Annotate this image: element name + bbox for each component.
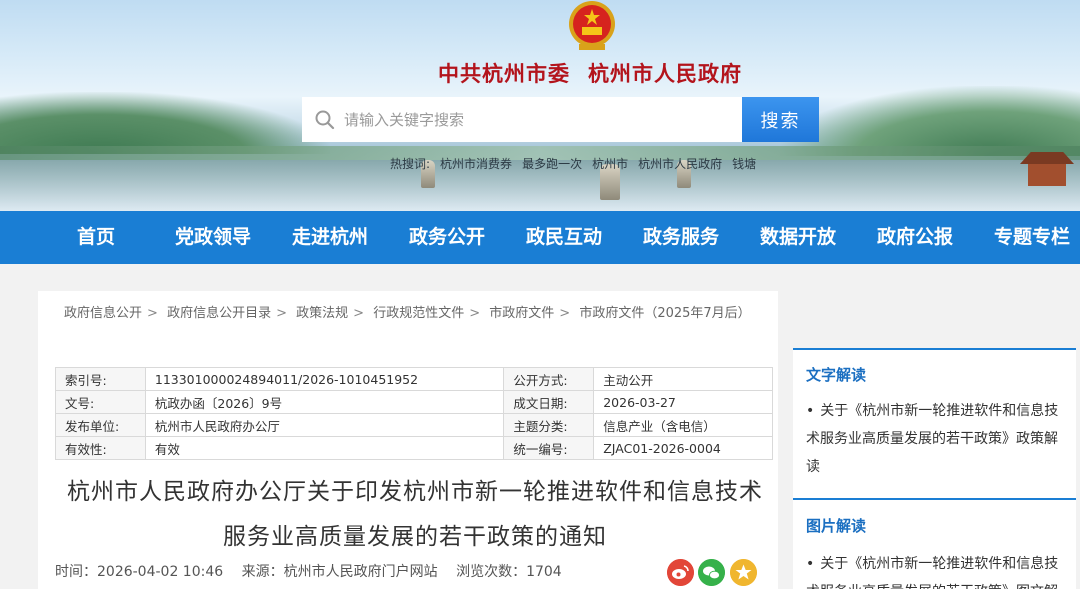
hot-search-link[interactable]: 杭州市人民政府 — [638, 155, 722, 172]
hot-search-link[interactable]: 杭州市 — [592, 155, 628, 172]
breadcrumb-link[interactable]: 市政府文件（2025年7月后） — [579, 306, 750, 321]
document-title-line: 杭州市人民政府办公厅关于印发杭州市新一轮推进软件和信息技术 — [67, 479, 763, 505]
breadcrumb-link[interactable]: 行政规范性文件 — [373, 306, 464, 321]
document-title-line: 服务业高质量发展的若干政策的通知 — [223, 524, 607, 550]
table-value: ZJAC01-2026-0004 — [593, 436, 773, 460]
search-box — [302, 97, 742, 142]
hot-search-link[interactable]: 最多跑一次 — [522, 155, 582, 172]
side-link-image-interpretation[interactable]: •关于《杭州市新一轮推进软件和信息技术服务业高质量发展的若干政策》图文解 — [806, 550, 1068, 589]
table-label: 公开方式: — [503, 367, 595, 391]
table-label: 有效性: — [55, 436, 146, 460]
nav-item-gazette[interactable]: 政府公报 — [865, 211, 965, 264]
table-label: 文号: — [55, 390, 146, 414]
favorite-star-icon[interactable] — [730, 559, 757, 586]
table-label: 发布单位: — [55, 413, 146, 437]
boat-pavilion — [1020, 152, 1074, 190]
hot-search-links: 热搜词: 杭州市消费券 最多跑一次 杭州市 杭州市人民政府 钱塘 — [390, 155, 756, 172]
side-link-label: 关于《杭州市新一轮推进软件和信息技术服务业高质量发展的若干政策》图文解 — [806, 556, 1059, 589]
table-row: 发布单位: 杭州市人民政府办公厅 主题分类: 信息产业（含电信） — [55, 413, 773, 437]
weibo-share-icon[interactable] — [667, 559, 694, 586]
table-row: 文号: 杭政办函〔2026〕9号 成文日期: 2026-03-27 — [55, 390, 773, 414]
table-value: 主动公开 — [593, 367, 773, 391]
view-count: 浏览次数：1704 — [456, 564, 562, 580]
side-link-text-interpretation[interactable]: • 关于《杭州市新一轮推进软件和信息技术服务业高质量发展的若干政策》政策解读 — [806, 397, 1068, 481]
site-title-government: 杭州市人民政府 — [588, 61, 742, 86]
publish-time: 时间：2026-04-02 10:46 — [55, 564, 224, 580]
side-divider — [793, 498, 1076, 500]
nav-item-about[interactable]: 走进杭州 — [280, 211, 380, 264]
hot-search-link[interactable]: 钱塘 — [732, 155, 756, 172]
table-row: 索引号: 113301000024894011/2026-1010451952 … — [55, 367, 773, 391]
side-heading-text-interpretation: 文字解读 — [806, 366, 867, 384]
table-label: 统一编号: — [503, 436, 595, 460]
table-value: 113301000024894011/2026-1010451952 — [144, 367, 505, 391]
side-link-label: 关于《杭州市新一轮推进软件和信息技术服务业高质量发展的若干政策》政策解读 — [806, 403, 1059, 475]
breadcrumb-separator-icon: > — [469, 306, 481, 321]
nav-item-services[interactable]: 政务服务 — [631, 211, 731, 264]
document-source: 来源：杭州市人民政府门户网站 — [241, 564, 438, 580]
table-value: 杭州市人民政府办公厅 — [144, 413, 505, 437]
table-row: 有效性: 有效 统一编号: ZJAC01-2026-0004 — [55, 436, 773, 460]
main-nav: 首页 党政领导 走进杭州 政务公开 政民互动 政务服务 数据开放 政府公报 专题… — [0, 211, 1080, 264]
document-title: 杭州市人民政府办公厅关于印发杭州市新一轮推进软件和信息技术 服务业高质量发展的若… — [60, 470, 770, 560]
table-value: 2026-03-27 — [593, 390, 773, 414]
header-banner: 中共杭州市委杭州市人民政府 搜索 热搜词: 杭州市消费券 最多跑一次 杭州市 杭… — [0, 0, 1080, 211]
bullet-icon: • — [806, 556, 815, 572]
nav-item-interaction[interactable]: 政民互动 — [514, 211, 614, 264]
search-icon — [315, 110, 335, 129]
bullet-icon: • — [806, 403, 815, 419]
nav-item-topics[interactable]: 专题专栏 — [982, 211, 1080, 264]
site-title: 中共杭州市委 杭州市人民政府 — [0, 58, 1080, 88]
banner-hills-left — [0, 92, 330, 154]
nav-item-open-data[interactable]: 数据开放 — [748, 211, 848, 264]
nav-item-disclosure[interactable]: 政务公开 — [397, 211, 497, 264]
document-info-table: 索引号: 113301000024894011/2026-1010451952 … — [55, 367, 773, 460]
hot-search-label: 热搜词: — [390, 157, 431, 171]
table-label: 主题分类: — [503, 413, 595, 437]
breadcrumb-separator-icon: > — [276, 306, 287, 321]
search-input[interactable] — [344, 99, 724, 140]
breadcrumb-separator-icon: > — [353, 306, 365, 321]
breadcrumb-link[interactable]: 政府信息公开目录 — [167, 306, 271, 321]
breadcrumb: 政府信息公开 > 政府信息公开目录 > 政策法规 > 行政规范性文件 > 市政府文件 > … — [64, 302, 751, 321]
table-value: 有效 — [144, 436, 505, 460]
side-heading-image-interpretation: 图片解读 — [806, 517, 867, 535]
table-label: 索引号: — [55, 367, 146, 391]
hot-search-link[interactable]: 杭州市消费券 — [440, 155, 512, 172]
search-button[interactable]: 搜索 — [742, 97, 819, 142]
breadcrumb-link[interactable]: 市政府文件 — [489, 306, 554, 321]
breadcrumb-separator-icon: > — [559, 306, 571, 321]
document-meta: 时间：2026-04-02 10:46 来源：杭州市人民政府门户网站 浏览次数：… — [55, 561, 576, 581]
nav-item-home[interactable]: 首页 — [46, 211, 146, 264]
side-divider — [793, 348, 1076, 350]
breadcrumb-link[interactable]: 政府信息公开 — [64, 306, 142, 321]
nav-item-leadership[interactable]: 党政领导 — [163, 211, 263, 264]
table-value: 杭政办函〔2026〕9号 — [144, 390, 505, 414]
table-value: 信息产业（含电信） — [593, 413, 773, 437]
breadcrumb-separator-icon: > — [147, 306, 158, 321]
national-emblem-icon — [569, 1, 615, 50]
wechat-share-icon[interactable] — [698, 559, 725, 586]
site-title-party: 中共杭州市委 — [438, 61, 570, 86]
table-label: 成文日期: — [503, 390, 595, 414]
breadcrumb-link[interactable]: 政策法规 — [296, 306, 348, 321]
